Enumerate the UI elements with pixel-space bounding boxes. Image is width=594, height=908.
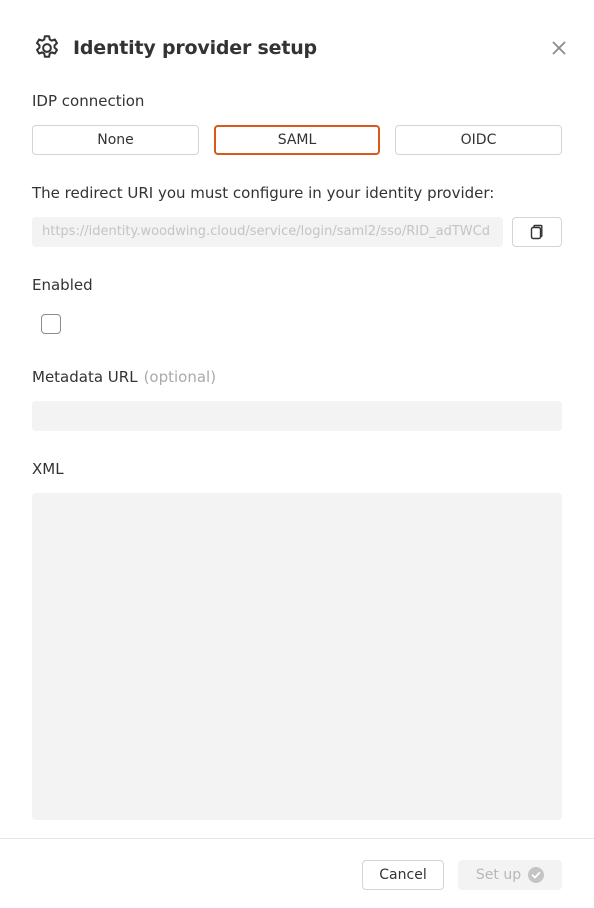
cancel-button[interactable]: Cancel [362, 860, 444, 890]
idp-connection-label: IDP connection [32, 92, 145, 110]
enabled-label: Enabled [32, 276, 93, 294]
close-icon [552, 41, 566, 55]
copy-icon [530, 224, 543, 240]
metadata-url-input[interactable] [32, 401, 562, 431]
gear-icon [36, 35, 58, 58]
xml-label: XML [32, 460, 64, 478]
redirect-uri-field[interactable]: https://identity.woodwing.cloud/service/… [32, 217, 503, 247]
optional-hint: (optional) [143, 368, 217, 386]
redirect-uri-label: The redirect URI you must configure in y… [32, 184, 495, 202]
idp-option-saml[interactable]: SAML [214, 125, 380, 155]
setup-button[interactable]: Set up [458, 860, 562, 890]
check-circle-icon [528, 867, 545, 883]
copy-uri-button[interactable] [512, 217, 562, 247]
metadata-url-label: Metadata URL (optional) [32, 368, 216, 386]
xml-textarea[interactable] [32, 493, 562, 820]
enabled-checkbox[interactable] [41, 314, 61, 334]
close-button[interactable] [546, 35, 572, 61]
idp-option-oidc[interactable]: OIDC [395, 125, 562, 155]
footer-divider [0, 838, 594, 839]
idp-option-none[interactable]: None [32, 125, 199, 155]
dialog-header: Identity provider setup [32, 32, 570, 64]
dialog-title: Identity provider setup [73, 37, 317, 59]
metadata-url-label-text: Metadata URL [32, 368, 138, 386]
setup-button-label: Set up [475, 867, 522, 883]
